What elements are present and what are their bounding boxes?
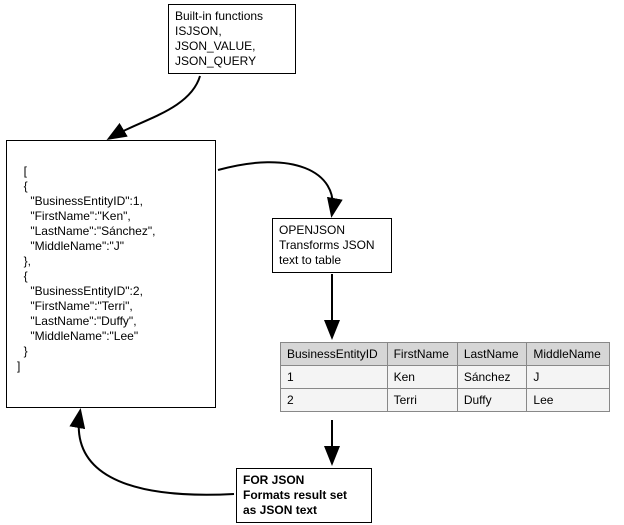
forjson-line2: Formats result set [243,488,365,503]
table-header-row: BusinessEntityID FirstName LastName Midd… [281,343,610,366]
forjson-line3: as JSON text [243,503,365,518]
openjson-line3: text to table [279,253,385,268]
table-cell: J [527,366,610,389]
openjson-line2: Transforms JSON [279,238,385,253]
result-table: BusinessEntityID FirstName LastName Midd… [280,342,610,412]
builtins-line4: JSON_QUERY [175,54,289,69]
forjson-line1: FOR JSON [243,473,365,488]
arrow-forjson-to-json [79,412,234,495]
table-cell: 2 [281,389,388,412]
json-text-content: [ { "BusinessEntityID":1, "FirstName":"K… [17,164,155,373]
openjson-box: OPENJSON Transforms JSON text to table [272,218,392,273]
builtins-line2: ISJSON, [175,24,289,39]
table-cell: 1 [281,366,388,389]
builtins-box: Built-in functions ISJSON, JSON_VALUE, J… [168,4,296,74]
builtins-line1: Built-in functions [175,9,289,24]
forjson-box: FOR JSON Formats result set as JSON text [236,468,372,523]
table-header: BusinessEntityID [281,343,388,366]
table-header: LastName [457,343,527,366]
arrow-builtins-to-json [110,76,200,138]
table-row: 1 Ken Sánchez J [281,366,610,389]
table-cell: Sánchez [457,366,527,389]
arrow-json-to-openjson [218,162,333,214]
table-cell: Ken [387,366,457,389]
table-cell: Terri [387,389,457,412]
table-cell: Lee [527,389,610,412]
table-header: FirstName [387,343,457,366]
table-row: 2 Terri Duffy Lee [281,389,610,412]
builtins-line3: JSON_VALUE, [175,39,289,54]
openjson-line1: OPENJSON [279,223,385,238]
json-text-box: [ { "BusinessEntityID":1, "FirstName":"K… [6,140,216,408]
table-header: MiddleName [527,343,610,366]
table-cell: Duffy [457,389,527,412]
